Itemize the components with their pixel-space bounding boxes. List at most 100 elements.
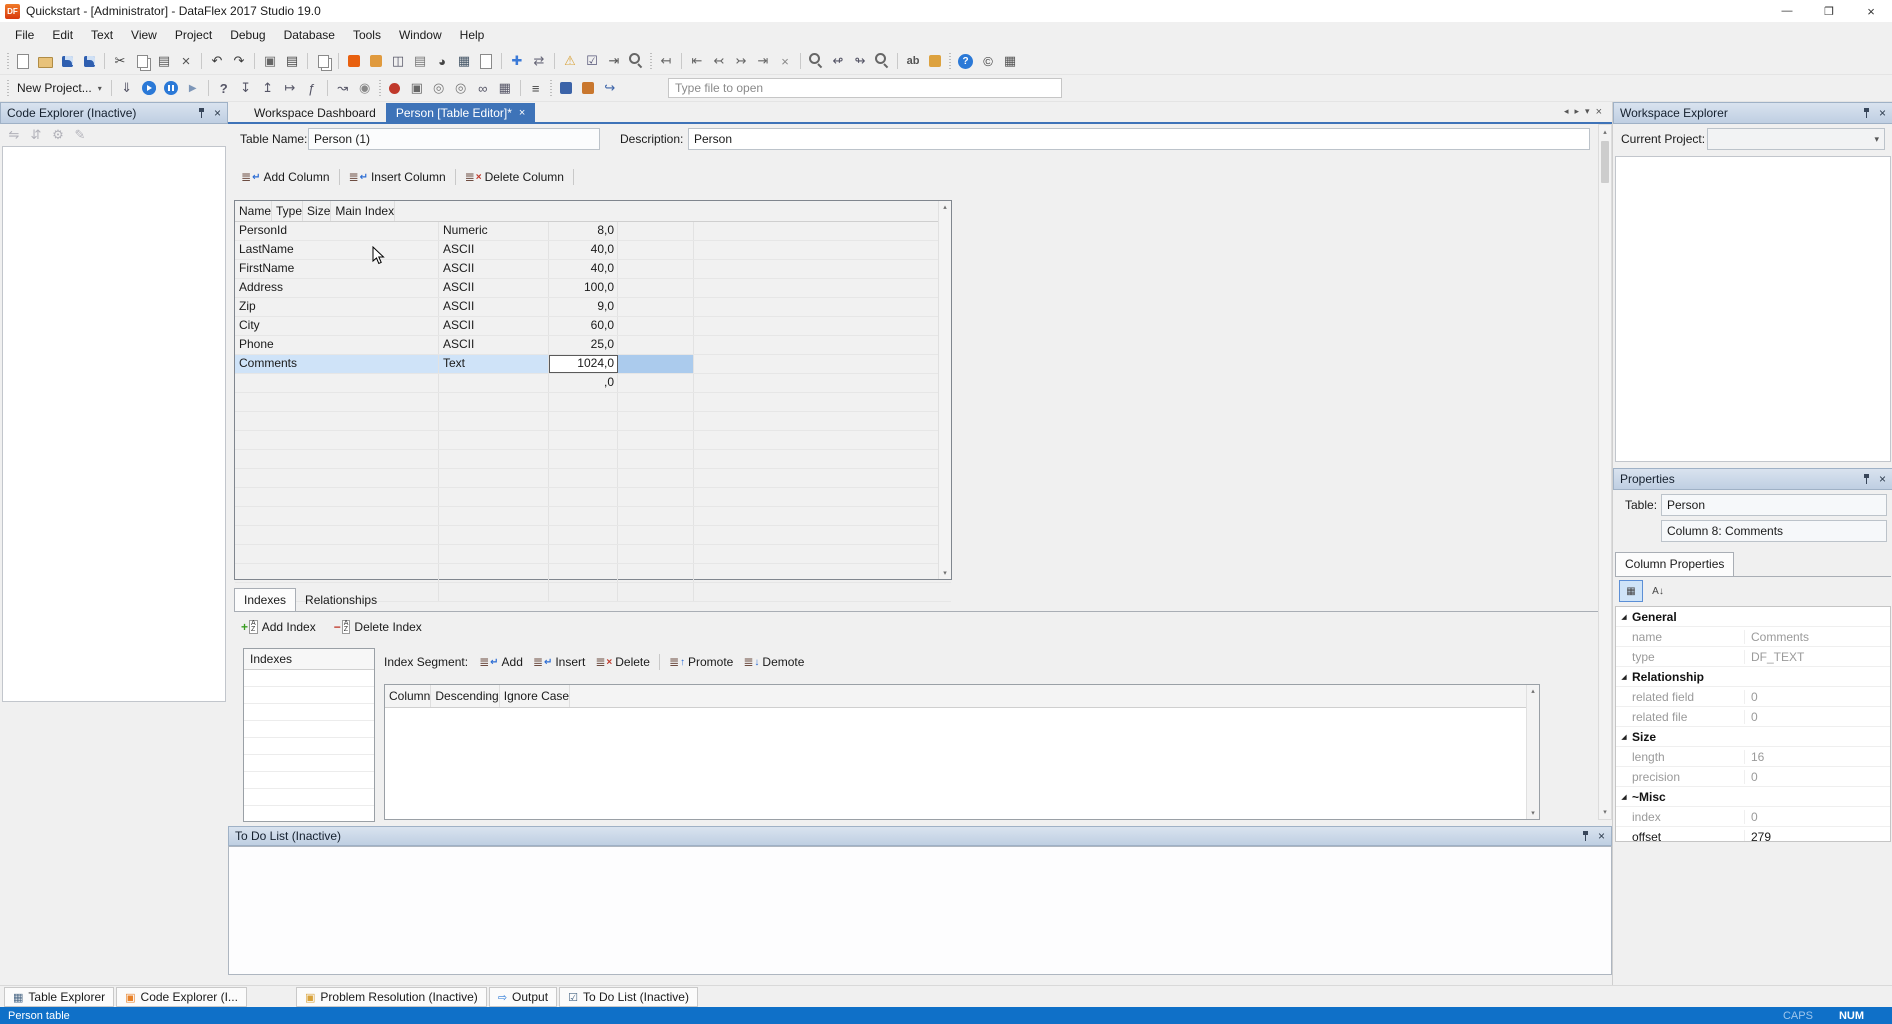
cell-type[interactable]: ASCII	[439, 336, 549, 354]
category-expander-icon[interactable]	[1616, 613, 1632, 621]
compile-icon[interactable]: ⇓	[116, 77, 138, 99]
workspace-icon[interactable]	[365, 50, 387, 72]
property-row[interactable]: related file 0	[1616, 707, 1890, 727]
step-out-icon[interactable]: ↥	[257, 77, 279, 99]
sub-tab[interactable]: Relationships	[296, 589, 386, 611]
key-icon[interactable]	[924, 50, 946, 72]
print-icon[interactable]: ▤	[281, 50, 303, 72]
paste-icon[interactable]: ▤	[153, 50, 175, 72]
cell-main-index[interactable]	[618, 374, 694, 392]
watch-icon[interactable]: ◎	[428, 77, 450, 99]
property-row[interactable]: General	[1616, 607, 1890, 627]
menu-item[interactable]: Project	[166, 22, 221, 48]
delete-column-button[interactable]: ≣ × Delete Column	[460, 167, 569, 187]
stop-icon[interactable]: ◉	[354, 77, 376, 99]
cell-size[interactable]	[549, 412, 618, 430]
database-connect-icon[interactable]: ↪	[599, 77, 621, 99]
sub-tab[interactable]: Indexes	[234, 588, 296, 611]
cell-main-index[interactable]	[618, 241, 694, 259]
cell-main-index[interactable]	[618, 450, 694, 468]
tab-close-all-icon[interactable]: ×	[1596, 106, 1602, 118]
property-value[interactable]: 0	[1744, 770, 1890, 784]
tab-list-icon[interactable]: ▾	[1585, 106, 1590, 118]
cell-size[interactable]	[549, 431, 618, 449]
menu-item[interactable]: Text	[82, 22, 122, 48]
scroll-down-icon[interactable]: ▾	[1527, 809, 1539, 817]
jump-icon[interactable]: ↝	[332, 77, 354, 99]
cell-type[interactable]	[439, 545, 549, 563]
cell-main-index[interactable]	[618, 279, 694, 297]
cell-name[interactable]	[235, 412, 439, 430]
cell-name[interactable]	[235, 564, 439, 582]
category-expander-icon[interactable]	[1616, 733, 1632, 741]
table-row[interactable]: PersonId Numeric 8,0	[235, 222, 951, 241]
scroll-up-icon[interactable]: ▴	[939, 203, 951, 211]
segment-demote-button[interactable]: ≣ ↓ Demote	[738, 652, 809, 672]
delete-index-button[interactable]: − Delete Index	[329, 617, 427, 637]
exit-icon[interactable]: ⇥	[603, 50, 625, 72]
cell-main-index[interactable]	[618, 526, 694, 544]
step-into-icon[interactable]: ↧	[235, 77, 257, 99]
bottom-tab[interactable]: ⇨ Output	[489, 987, 557, 1007]
table-icon[interactable]: ▦	[494, 77, 516, 99]
property-row[interactable]: index 0	[1616, 807, 1890, 827]
cell-name[interactable]	[235, 545, 439, 563]
cell-name[interactable]: Address	[235, 279, 439, 297]
cell-name[interactable]	[235, 393, 439, 411]
refresh-icon[interactable]: ⇵	[25, 124, 47, 146]
property-row[interactable]: ~Misc	[1616, 787, 1890, 807]
cell-name[interactable]	[235, 488, 439, 506]
cell-type[interactable]: ASCII	[439, 298, 549, 316]
menu-item[interactable]: File	[6, 22, 43, 48]
spell-check-icon[interactable]: ab	[902, 50, 924, 72]
redo-icon[interactable]: ↷	[228, 50, 250, 72]
about-icon[interactable]: ©	[977, 50, 999, 72]
column-header[interactable]: Name	[235, 201, 272, 221]
cell-main-index[interactable]	[618, 431, 694, 449]
scroll-down-icon[interactable]: ▾	[939, 569, 951, 577]
code-explorer-content[interactable]	[2, 146, 226, 702]
cell-type[interactable]	[439, 469, 549, 487]
cell-name[interactable]	[235, 374, 439, 392]
cell-main-index[interactable]	[618, 488, 694, 506]
indexes-list[interactable]: Indexes	[243, 648, 375, 822]
property-value[interactable]: 0	[1744, 690, 1890, 704]
close-icon[interactable]: ×	[214, 107, 221, 119]
table-row[interactable]	[235, 488, 951, 507]
property-value[interactable]: 0	[1744, 710, 1890, 724]
column-header[interactable]: Descending	[431, 685, 499, 707]
cell-type[interactable]	[439, 526, 549, 544]
table-row[interactable]	[235, 545, 951, 564]
property-row[interactable]: name Comments	[1616, 627, 1890, 647]
description-field[interactable]: Person	[688, 128, 1590, 150]
bottom-tab[interactable]: ▦ Table Explorer	[4, 987, 114, 1007]
edit-icon[interactable]: ✎	[69, 124, 91, 146]
table-row[interactable]: Phone ASCII 25,0	[235, 336, 951, 355]
find-prev-icon[interactable]: ↫	[827, 50, 849, 72]
cell-main-index[interactable]	[618, 222, 694, 240]
data-dictionary-icon[interactable]: ▦	[453, 50, 475, 72]
cell-type[interactable]	[439, 412, 549, 430]
segment-scrollbar[interactable]: ▴ ▾	[1526, 685, 1539, 819]
property-value[interactable]: 279	[1744, 830, 1890, 843]
cell-size[interactable]	[549, 469, 618, 487]
add-index-button[interactable]: + Add Index	[236, 617, 321, 637]
property-row[interactable]: offset 279	[1616, 827, 1890, 842]
maximize-button[interactable]: ❐	[1808, 0, 1850, 22]
table-row[interactable]	[235, 526, 951, 545]
cell-main-index[interactable]	[618, 260, 694, 278]
column-header[interactable]: Size	[303, 201, 331, 221]
cell-name[interactable]	[235, 469, 439, 487]
segment-promote-button[interactable]: ≣ ↑ Promote	[664, 652, 738, 672]
problems-icon[interactable]: ⚠	[559, 50, 581, 72]
cell-size[interactable]: 1024,0	[549, 355, 618, 373]
cell-type[interactable]	[439, 564, 549, 582]
property-row[interactable]: length 16	[1616, 747, 1890, 767]
pause-icon[interactable]	[160, 77, 182, 99]
menu-item[interactable]: View	[122, 22, 166, 48]
indexes-list-body[interactable]	[244, 670, 374, 822]
run-icon[interactable]	[138, 77, 160, 99]
cell-main-index[interactable]	[618, 583, 694, 601]
current-project-dropdown[interactable]: ▾	[1707, 128, 1885, 150]
cell-name[interactable]: FirstName	[235, 260, 439, 278]
